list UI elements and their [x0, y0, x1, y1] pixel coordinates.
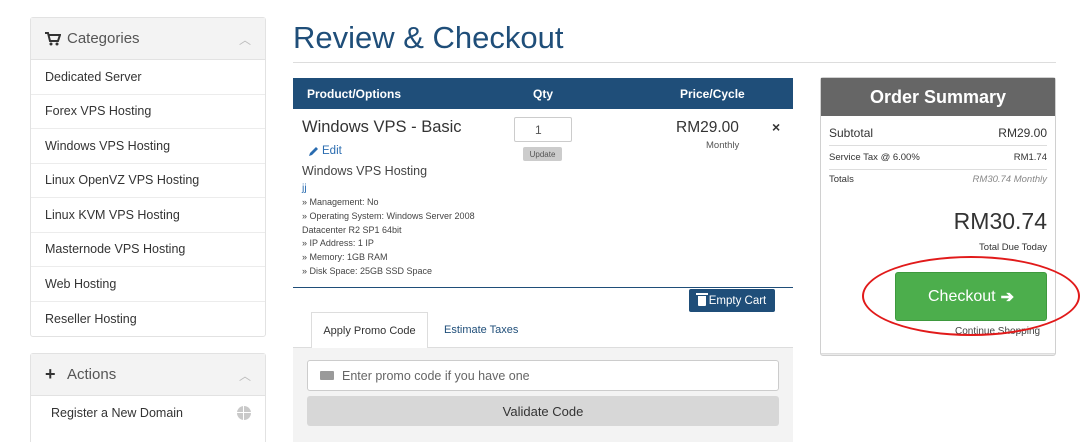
chevron-up-icon[interactable]: ︿ — [239, 367, 251, 384]
ticket-icon — [320, 371, 334, 380]
page-title: Review & Checkout — [293, 20, 564, 55]
sidebar-item-masternode-vps[interactable]: Masternode VPS Hosting — [31, 233, 265, 267]
plus-icon: + — [45, 364, 56, 384]
edit-link[interactable]: Edit — [308, 145, 342, 157]
action-register-domain[interactable]: Register a New Domain — [31, 396, 265, 431]
sidebar-item-linux-kvm-vps[interactable]: Linux KVM VPS Hosting — [31, 198, 265, 233]
product-group: Windows VPS Hosting — [302, 164, 428, 178]
validate-code-button[interactable]: Validate Code — [307, 396, 779, 426]
sidebar-item-web-hosting[interactable]: Web Hosting — [31, 267, 265, 302]
annotation-circle — [862, 256, 1080, 336]
categories-header[interactable]: Categories ︿ — [31, 18, 265, 60]
totals-label: Totals — [829, 174, 854, 185]
tab-estimate-taxes[interactable]: Estimate Taxes — [444, 312, 518, 348]
update-button[interactable]: Update — [523, 147, 562, 161]
total-due-amount: RM30.74 — [953, 208, 1047, 234]
chevron-up-icon[interactable]: ︿ — [239, 31, 251, 48]
promo-placeholder: Enter promo code if you have one — [342, 368, 530, 383]
cart-table-header: Product/Options Qty Price/Cycle — [293, 78, 793, 109]
subtotal-row: Subtotal RM29.00 — [829, 126, 1047, 140]
categories-panel: Categories ︿ Dedicated Server Forex VPS … — [30, 17, 266, 337]
billing-cycle: Monthly — [706, 140, 740, 151]
header-price: Price/Cycle — [680, 87, 745, 101]
totals-row: Totals RM30.74 Monthly — [829, 174, 1047, 185]
sidebar-item-reseller-hosting[interactable]: Reseller Hosting — [31, 302, 265, 337]
actions-header[interactable]: + Actions ︿ — [31, 354, 265, 396]
promo-code-input[interactable]: Enter promo code if you have one — [307, 360, 779, 391]
empty-cart-button[interactable]: Empty Cart — [689, 289, 775, 312]
order-summary-title: Order Summary — [821, 78, 1055, 116]
product-name: Windows VPS - Basic — [302, 118, 462, 136]
tax-row: Service Tax @ 6.00% RM1.74 — [829, 152, 1047, 163]
detail-line: » IP Address: 1 IP — [302, 238, 374, 249]
summary-divider — [829, 145, 1047, 146]
header-product: Product/Options — [307, 87, 401, 101]
pencil-icon — [309, 146, 318, 156]
product-price: RM29.00 — [676, 119, 739, 136]
product-details: » Management: No » Operating System: Win… — [302, 196, 492, 279]
trash-icon — [695, 292, 708, 306]
subtotal-value: RM29.00 — [998, 126, 1047, 140]
actions-title: Actions — [67, 366, 117, 383]
categories-title: Categories — [67, 30, 140, 47]
header-qty: Qty — [533, 87, 554, 101]
product-domain: jj — [302, 182, 307, 194]
detail-line: » Operating System: Windows Server 2008 … — [302, 210, 475, 235]
detail-line: » Disk Space: 25GB SSD Space — [302, 265, 433, 276]
summary-divider — [829, 169, 1047, 170]
remove-item-icon[interactable]: × — [772, 119, 780, 135]
empty-cart-label: Empty Cart — [708, 294, 767, 307]
total-due-label: Total Due Today — [979, 242, 1047, 253]
tax-label: Service Tax @ 6.00% — [829, 152, 920, 163]
sidebar-item-forex-vps[interactable]: Forex VPS Hosting — [31, 95, 265, 129]
quantity-input[interactable]: 1 — [514, 117, 572, 142]
totals-value: RM30.74 Monthly — [972, 174, 1047, 185]
title-divider — [293, 62, 1056, 63]
cart-icon — [45, 31, 67, 46]
sidebar-item-windows-vps[interactable]: Windows VPS Hosting — [31, 129, 265, 164]
actions-panel: + Actions ︿ Register a New Domain — [30, 353, 266, 442]
detail-line: » Management: No — [302, 197, 379, 207]
cart-divider — [293, 287, 793, 288]
globe-icon — [237, 406, 251, 420]
edit-label: Edit — [322, 145, 342, 157]
sidebar-item-linux-openvz-vps[interactable]: Linux OpenVZ VPS Hosting — [31, 164, 265, 198]
detail-line: » Memory: 1GB RAM — [302, 252, 388, 263]
action-register-domain-label: Register a New Domain — [51, 406, 183, 421]
tab-apply-promo[interactable]: Apply Promo Code — [311, 312, 428, 348]
sidebar-item-dedicated-server[interactable]: Dedicated Server — [31, 60, 265, 95]
subtotal-label: Subtotal — [829, 126, 874, 140]
tax-value: RM1.74 — [1013, 152, 1047, 163]
